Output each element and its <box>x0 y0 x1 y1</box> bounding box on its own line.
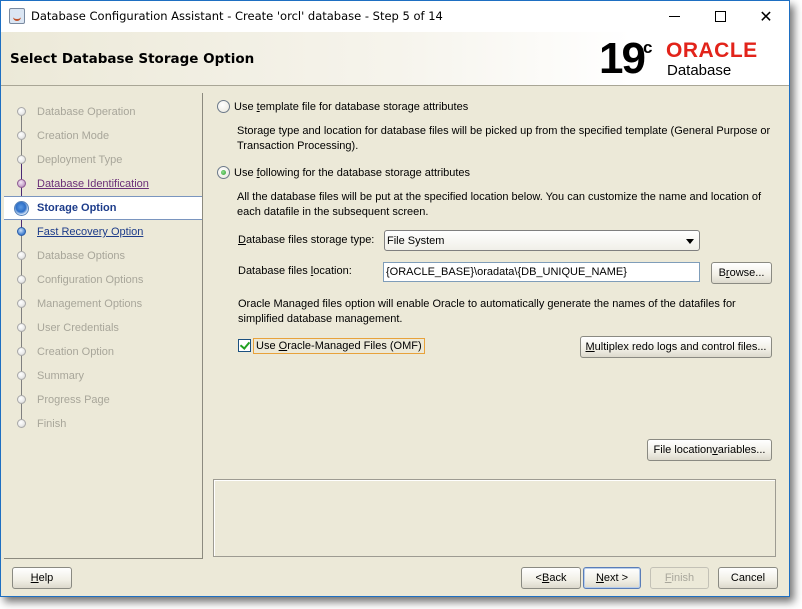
location-input[interactable]: {ORACLE_BASE}\oradata\{DB_UNIQUE_NAME} <box>383 262 700 282</box>
step-database-operation: Database Operation <box>4 100 202 124</box>
storage-type-value: File System <box>387 235 445 247</box>
page-title: Select Database Storage Option <box>10 51 255 67</box>
step-label: Summary <box>37 370 85 382</box>
following-option-desc-2: each datafile in the subsequent screen. <box>237 206 429 218</box>
file-location-variables-button[interactable]: File location v ariables... <box>647 439 772 461</box>
radio-checked-icon[interactable] <box>217 166 230 179</box>
following-option-radio[interactable]: Use following for the database storage a… <box>217 166 470 179</box>
step-next-icon <box>17 227 26 236</box>
step-disabled-icon <box>17 155 26 164</box>
cancel-button[interactable]: Cancel <box>718 567 778 589</box>
step-creation-option: Creation Option <box>4 340 202 364</box>
step-label[interactable]: Fast Recovery Option <box>37 226 143 238</box>
next-button[interactable]: Next > <box>583 567 641 589</box>
dropdown-arrow-icon <box>686 239 694 244</box>
step-deployment-type: Deployment Type <box>4 148 202 172</box>
step-disabled-icon <box>17 419 26 428</box>
omf-checkbox[interactable] <box>238 339 251 352</box>
step-label[interactable]: Database Identification <box>37 178 149 190</box>
omf-desc-2: simplified database management. <box>238 313 403 325</box>
step-current-icon <box>14 201 29 216</box>
oracle-logo: ORACLE <box>666 39 758 62</box>
step-label: Deployment Type <box>37 154 123 166</box>
logo-version: 19 <box>599 34 646 83</box>
message-area <box>213 479 776 557</box>
step-disabled-icon <box>17 395 26 404</box>
following-option-label: Use following for the database storage a… <box>234 166 471 179</box>
step-disabled-icon <box>17 299 26 308</box>
location-value: {ORACLE_BASE}\oradata\{DB_UNIQUE_NAME} <box>386 266 627 278</box>
maximize-button[interactable] <box>697 1 743 32</box>
step-label: Management Options <box>37 298 143 310</box>
step-label: Database Operation <box>37 106 136 118</box>
dbca-window: Database Configuration Assistant - Creat… <box>0 0 790 597</box>
storage-type-select[interactable]: File System <box>384 230 700 251</box>
help-button[interactable]: Help <box>12 567 72 589</box>
step-label: Creation Option <box>37 346 115 358</box>
step-database-options: Database Options <box>4 244 202 268</box>
step-database-identification[interactable]: Database Identification <box>4 172 202 196</box>
title-bar: Database Configuration Assistant - Creat… <box>1 1 789 32</box>
radio-unchecked-icon[interactable] <box>217 100 230 113</box>
minimize-icon <box>668 16 680 17</box>
omf-desc-1: Oracle Managed files option will enable … <box>238 298 736 310</box>
window-title: Database Configuration Assistant - Creat… <box>31 9 443 23</box>
step-summary: Summary <box>4 364 202 388</box>
browse-button[interactable]: Br owse... <box>711 262 772 284</box>
step-label: Progress Page <box>37 394 110 406</box>
step-creation-mode: Creation Mode <box>4 124 202 148</box>
step-storage-option: Storage Option <box>4 196 202 220</box>
step-disabled-icon <box>17 251 26 260</box>
steps-sidebar: Database Operation Creation Mode Deploym… <box>4 93 203 559</box>
step-disabled-icon <box>17 371 26 380</box>
template-option-desc-1: Storage type and location for database f… <box>237 125 771 137</box>
step-disabled-icon <box>17 347 26 356</box>
close-button[interactable]: ✕ <box>743 1 789 32</box>
step-progress-page: Progress Page <box>4 388 202 412</box>
minimize-button[interactable] <box>651 1 697 32</box>
step-visited-icon <box>17 179 26 188</box>
step-label: Finish <box>37 418 67 430</box>
step-label: Configuration Options <box>37 274 144 286</box>
step-label: User Credentials <box>37 322 119 334</box>
logo-product: Database <box>667 62 732 79</box>
maximize-icon <box>714 11 726 22</box>
step-label: Database Options <box>37 250 126 262</box>
template-option-radio[interactable]: Use template file for database storage a… <box>217 100 468 113</box>
step-disabled-icon <box>17 323 26 332</box>
logo-version-suffix: c <box>643 38 653 57</box>
step-configuration-options: Configuration Options <box>4 268 202 292</box>
omf-checkbox-label[interactable]: Use Oracle-Managed Files (OMF) <box>253 338 425 354</box>
step-label: Creation Mode <box>37 130 110 142</box>
storage-options-panel: Use template file for database storage a… <box>206 87 789 559</box>
following-option-desc-1: All the database files will be put at th… <box>237 191 762 203</box>
step-fast-recovery-option[interactable]: Fast Recovery Option <box>4 220 202 244</box>
step-disabled-icon <box>17 107 26 116</box>
finish-button: Finish <box>650 567 709 589</box>
step-disabled-icon <box>17 131 26 140</box>
close-icon: ✕ <box>759 7 773 26</box>
location-label: Database files location: <box>238 265 352 277</box>
template-option-desc-2: Transaction Processing). <box>237 140 359 152</box>
step-finish: Finish <box>4 412 202 436</box>
step-management-options: Management Options <box>4 292 202 316</box>
step-label: Storage Option <box>37 202 117 214</box>
storage-type-label: Database files storage type: <box>238 234 375 246</box>
back-button[interactable]: < Back <box>521 567 581 589</box>
page-header: Select Database Storage Option 19 c ORAC… <box>1 32 789 86</box>
step-user-credentials: User Credentials <box>4 316 202 340</box>
template-option-label: Use template file for database storage a… <box>234 100 469 113</box>
java-app-icon <box>9 8 25 24</box>
multiplex-button[interactable]: Multiplex redo logs and control files... <box>580 336 772 358</box>
step-disabled-icon <box>17 275 26 284</box>
